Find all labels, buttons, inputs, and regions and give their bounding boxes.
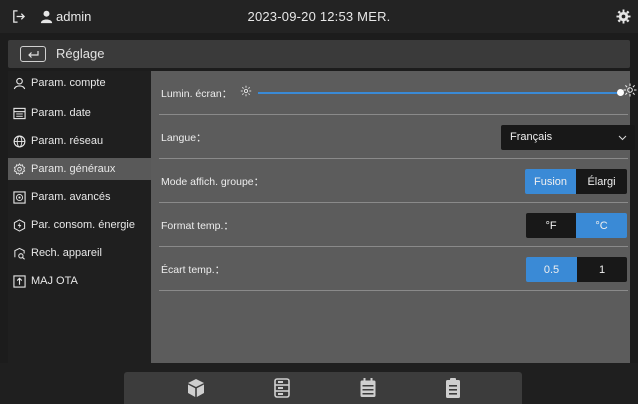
page-title: Réglage: [56, 46, 105, 61]
group-display-toggle: Fusion Élargi: [525, 169, 627, 194]
temp-format-label: Format temp.：: [161, 220, 234, 232]
sidebar-item-label: Rech. appareil: [31, 247, 102, 259]
sidebar-item-account[interactable]: Param. compte: [8, 72, 151, 94]
back-button[interactable]: [20, 46, 46, 62]
sidebar: Param. compte Param. date Param. réseau: [8, 71, 151, 363]
sidebar-item-label: Param. avancés: [31, 191, 111, 203]
setting-row-temp-format: Format temp.： °F °C: [159, 203, 628, 247]
chevron-down-icon: [618, 135, 627, 141]
clipboard-icon[interactable]: [444, 377, 462, 399]
calendar-icon: [13, 107, 26, 119]
option-1[interactable]: 1: [577, 257, 627, 282]
setting-row-temp-gap: Écart temp.： 0.5 1: [159, 247, 628, 291]
sidebar-item-label: Param. généraux: [31, 163, 116, 175]
setting-row-group-display: Mode affich. groupe： Fusion Élargi: [159, 159, 628, 203]
top-bar: admin 2023-09-20 12:53 MER.: [0, 0, 638, 33]
cube-icon[interactable]: [187, 377, 205, 399]
app-frame: admin 2023-09-20 12:53 MER. Réglage Para…: [0, 0, 638, 404]
sidebar-item-label: Param. réseau: [31, 135, 104, 147]
sidebar-item-label: MAJ OTA: [31, 275, 78, 287]
sidebar-item-device-search[interactable]: Rech. appareil: [8, 242, 151, 264]
settings-gear-icon[interactable]: [616, 9, 631, 24]
language-value: Français: [510, 131, 553, 143]
option-elargi[interactable]: Élargi: [576, 169, 627, 194]
sun-small-icon: [240, 85, 252, 97]
energy-icon: [13, 218, 26, 232]
setting-row-brightness: Lumin. écran：: [159, 71, 637, 115]
sidebar-item-label: Param. date: [31, 107, 91, 119]
temp-gap-toggle: 0.5 1: [526, 257, 627, 282]
language-select[interactable]: Français: [501, 125, 635, 150]
date-time: 2023-09-20 12:53 MER.: [247, 9, 391, 24]
sidebar-item-general[interactable]: Param. généraux: [8, 158, 151, 180]
bottom-dock: [124, 372, 522, 404]
option-fahrenheit[interactable]: °F: [526, 213, 576, 238]
device-search-icon: [14, 247, 25, 260]
advanced-settings-icon: [13, 190, 26, 204]
calendar-icon[interactable]: [359, 377, 377, 399]
sun-large-icon: [623, 83, 637, 97]
brightness-label: Lumin. écran：: [161, 88, 233, 100]
group-display-label: Mode affich. groupe：: [161, 176, 265, 188]
sidebar-item-energy[interactable]: Par. consom. énergie: [8, 214, 151, 236]
temp-gap-label: Écart temp.：: [161, 264, 226, 276]
option-0-5[interactable]: 0.5: [526, 257, 577, 282]
sidebar-item-date[interactable]: Param. date: [8, 102, 151, 124]
gear-icon: [13, 162, 26, 175]
option-fusion[interactable]: Fusion: [525, 169, 576, 194]
sidebar-item-ota[interactable]: MAJ OTA: [8, 270, 151, 292]
temp-format-toggle: °F °C: [526, 213, 627, 238]
sidebar-item-label: Par. consom. énergie: [31, 219, 135, 231]
ota-update-icon: [13, 274, 26, 288]
list-icon[interactable]: [273, 377, 291, 399]
sidebar-item-advanced[interactable]: Param. avancés: [8, 186, 151, 208]
brightness-slider-track[interactable]: [258, 92, 618, 94]
user-icon: [13, 77, 26, 89]
back-arrow-icon: [28, 50, 39, 58]
sidebar-item-network[interactable]: Param. réseau: [8, 130, 151, 152]
settings-panel: Lumin. écran： Langue： Français Mode affi…: [151, 71, 637, 363]
settings-header: Réglage: [8, 40, 630, 68]
sidebar-item-label: Param. compte: [31, 77, 106, 89]
language-label: Langue：: [161, 132, 207, 144]
option-celsius[interactable]: °C: [576, 213, 627, 238]
setting-row-language: Langue： Français: [159, 115, 635, 159]
globe-icon: [13, 135, 26, 147]
